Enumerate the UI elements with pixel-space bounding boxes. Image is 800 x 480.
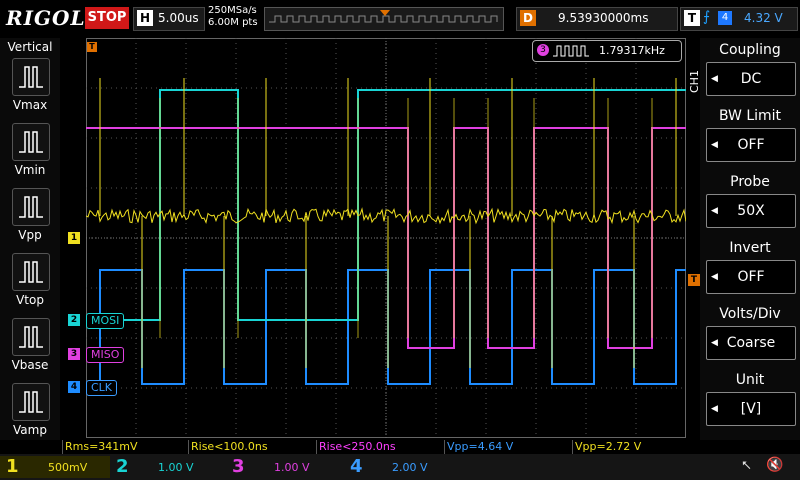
left-arrow-icon: ◀ (711, 338, 718, 348)
left-arrow-icon: ◀ (711, 404, 718, 414)
channel-menu-tag: CH1 (688, 70, 701, 94)
usb-icon: ⭦ (742, 458, 752, 474)
menu-value-box[interactable]: ◀ Coarse (706, 326, 796, 360)
timebase-value: 5.00us (158, 11, 199, 25)
measurement-item[interactable]: Rise<100.0ns (188, 440, 268, 454)
left-arrow-icon: ◀ (711, 272, 718, 282)
delay-value: 9.53930000ms (558, 11, 649, 25)
measure-vpp-button[interactable] (12, 188, 50, 226)
measure-vmin-button[interactable] (12, 123, 50, 161)
left-arrow-icon: ◀ (711, 206, 718, 216)
counter-channel-icon: 3 (537, 44, 549, 56)
menu-bw-limit[interactable]: BW Limit ◀ OFF (704, 106, 796, 168)
measure-vbase-button[interactable] (12, 318, 50, 356)
measure-label: Vmin (14, 163, 46, 177)
menu-title: Invert (729, 240, 771, 256)
measurement-item[interactable]: Rise<250.0ns (316, 440, 396, 454)
clk-label: CLK (86, 380, 118, 396)
ch1-offset-marker[interactable]: 1 (68, 232, 80, 244)
vbase-icon (19, 326, 43, 348)
channel-scale: 1.00 V (274, 461, 310, 474)
left-arrow-icon: ◀ (711, 140, 718, 150)
measurement-item[interactable]: Rms=341mV (62, 440, 138, 454)
sample-rate: 250MSa/s (208, 5, 257, 16)
miso-label: MISO (86, 347, 125, 363)
trigger-level: 4.32 V (744, 11, 783, 25)
channel-number: 2 (116, 456, 129, 477)
vamp-icon (19, 391, 43, 413)
menu-title: Volts/Div (719, 306, 781, 322)
waveform-canvas (85, 38, 687, 438)
menu-coupling[interactable]: Coupling ◀ DC (704, 40, 796, 102)
vmax-icon (19, 66, 43, 88)
measure-vtop-button[interactable] (12, 253, 50, 291)
mosi-trace (86, 89, 686, 321)
vtop-icon (19, 261, 43, 283)
menu-unit[interactable]: Unit ◀ [V] (704, 370, 796, 432)
waveform-display[interactable] (85, 38, 687, 438)
sample-rate-info: 250MSa/s 6.00M pts (208, 5, 258, 29)
speaker-icon[interactable]: 🔇 (766, 457, 783, 473)
sidebar-title: Vertical (7, 40, 53, 54)
delay-label: D (520, 10, 536, 26)
measure-label: Vamp (13, 423, 47, 437)
menu-value-box[interactable]: ◀ OFF (706, 128, 796, 162)
trigger-position-icon (380, 10, 390, 16)
square-wave-icon (553, 45, 589, 57)
menu-value: [V] (740, 401, 762, 417)
memory-position-bar[interactable] (264, 7, 504, 31)
trigger-source: 4 (718, 11, 732, 25)
trigger-label: T (684, 10, 700, 26)
channel-number: 3 (232, 456, 245, 477)
ch3-offset-marker[interactable]: 3 (68, 348, 80, 360)
counter-value: 1.79317kHz (599, 44, 665, 57)
ch4-offset-marker[interactable]: 4 (68, 381, 80, 393)
brand-logo: RIGOL (6, 6, 86, 30)
menu-volts-div[interactable]: Volts/Div ◀ Coarse (704, 304, 796, 366)
measure-label: Vbase (11, 358, 49, 372)
ch2-offset-marker[interactable]: 2 (68, 314, 80, 326)
menu-value-box[interactable]: ◀ DC (706, 62, 796, 96)
channel-number: 4 (350, 456, 363, 477)
measure-vmax-button[interactable] (12, 58, 50, 96)
menu-value: OFF (737, 269, 765, 285)
timebase-label: H (137, 10, 153, 26)
memory-depth: 6.00M pts (208, 17, 258, 28)
menu-title: Probe (730, 174, 770, 190)
menu-value: Coarse (726, 335, 776, 351)
measurement-item[interactable]: Vpp=4.64 V (444, 440, 513, 454)
menu-probe[interactable]: Probe ◀ 50X (704, 172, 796, 234)
vmin-icon (19, 131, 43, 153)
mosi-label: MOSI (86, 313, 125, 329)
measure-label: Vpp (18, 228, 42, 242)
rising-edge-icon: ⨍ (703, 9, 711, 25)
menu-value-box[interactable]: ◀ OFF (706, 260, 796, 294)
menu-invert[interactable]: Invert ◀ OFF (704, 238, 796, 300)
channel-scale: 1.00 V (158, 461, 194, 474)
frequency-counter: 3 1.79317kHz (532, 40, 682, 62)
measure-label: Vtop (16, 293, 44, 307)
menu-value-box[interactable]: ◀ [V] (706, 392, 796, 426)
menu-value: DC (740, 71, 762, 87)
channel-scale: 2.00 V (392, 461, 428, 474)
measurement-item[interactable]: Vpp=2.72 V (572, 440, 641, 454)
channel-scale: 500mV (48, 461, 88, 474)
menu-value: 50X (737, 203, 765, 219)
run-stop-indicator[interactable]: STOP (85, 7, 129, 29)
waveform-overview (269, 10, 498, 23)
menu-value: OFF (737, 137, 765, 153)
vpp-icon (19, 196, 43, 218)
menu-value-box[interactable]: ◀ 50X (706, 194, 796, 228)
left-arrow-icon: ◀ (711, 74, 718, 84)
measure-vamp-button[interactable] (12, 383, 50, 421)
channel-number: 1 (6, 456, 19, 477)
menu-title: Coupling (719, 42, 781, 58)
trigger-time-marker[interactable]: T (87, 42, 97, 52)
trigger-level-marker[interactable]: T (688, 274, 700, 286)
menu-title: BW Limit (718, 108, 782, 124)
measure-label: Vmax (12, 98, 48, 112)
menu-title: Unit (735, 372, 765, 388)
